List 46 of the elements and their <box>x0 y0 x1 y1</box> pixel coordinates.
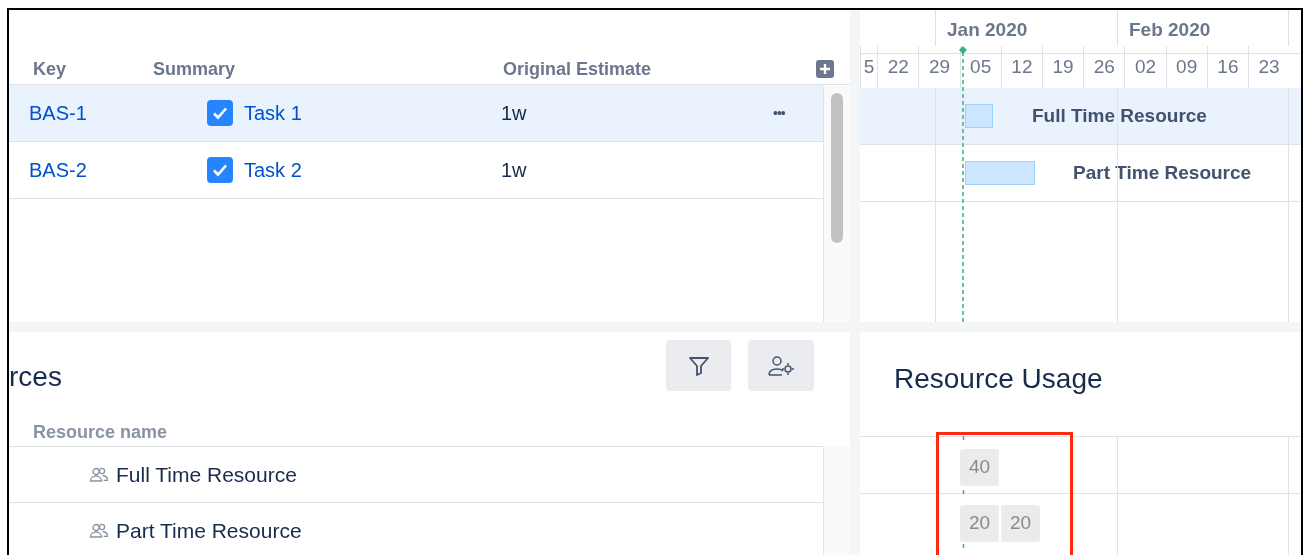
week-label: 16 <box>1217 54 1239 79</box>
month-label: Jan 2020 <box>947 18 1028 42</box>
task-row[interactable]: BAS-1 Task 1 1w ••• <box>9 85 823 142</box>
month-label: Feb 2020 <box>1129 18 1211 42</box>
filter-button[interactable] <box>666 340 731 391</box>
resource-settings-button[interactable] <box>748 340 814 391</box>
panel-title: Resource Usage <box>894 362 1103 396</box>
week-label: 09 <box>1176 54 1198 79</box>
week-label: 22 <box>887 54 909 79</box>
week-label: 26 <box>1093 54 1115 79</box>
column-header: Resource name <box>33 421 168 444</box>
scrollbar-thumb[interactable] <box>831 93 843 243</box>
usage-value: 20 <box>1001 505 1040 542</box>
week-label: 23 <box>1258 54 1280 79</box>
resource-name[interactable]: Full Time Resource <box>116 458 297 491</box>
week-label: 19 <box>1052 54 1074 79</box>
usage-value: 20 <box>960 505 999 542</box>
task-summary-link[interactable]: Task 1 <box>244 98 302 128</box>
people-icon <box>89 522 109 539</box>
resource-name[interactable]: Part Time Resource <box>116 514 302 547</box>
column-header: Original Estimate <box>503 58 652 81</box>
column-header: Summary <box>153 58 236 81</box>
more-actions-button[interactable]: ••• <box>773 102 785 124</box>
estimate-cell-text: 1w <box>501 101 527 126</box>
week-label: 5 <box>863 54 875 79</box>
week-label: 05 <box>970 54 992 79</box>
checkbox[interactable] <box>207 100 233 126</box>
column-header: Key <box>33 58 67 81</box>
resource-row[interactable]: Full Time Resource <box>9 447 823 503</box>
usage-value: 40 <box>960 449 999 486</box>
people-icon <box>89 466 109 483</box>
panel-title: rces <box>9 360 62 394</box>
resource-row[interactable]: Part Time Resource <box>9 503 823 555</box>
issue-key-link[interactable]: BAS-1 <box>29 98 87 128</box>
week-label: 02 <box>1134 54 1157 79</box>
person-gear-icon <box>768 354 794 377</box>
checkbox[interactable] <box>207 157 233 183</box>
estimate-cell-text: 1w <box>501 158 527 183</box>
bar-label: Part Time Resource <box>1073 161 1252 185</box>
issue-key-link[interactable]: BAS-2 <box>29 155 87 185</box>
add-column-icon[interactable] <box>816 60 834 78</box>
filter-icon <box>687 354 710 377</box>
week-label: 12 <box>1011 54 1033 79</box>
task-summary-link[interactable]: Task 2 <box>244 155 302 185</box>
bar-label: Full Time Resource <box>1032 104 1207 128</box>
week-label: 29 <box>928 54 951 79</box>
